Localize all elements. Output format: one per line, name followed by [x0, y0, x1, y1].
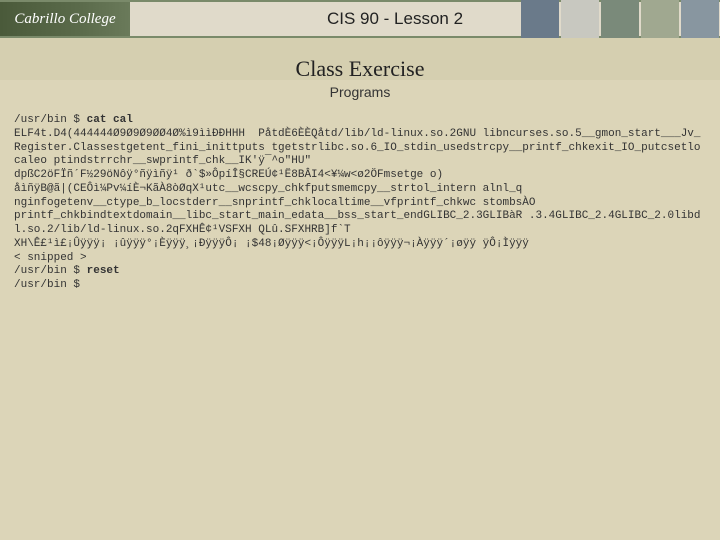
- header-bar: Cabrillo College CIS 90 - Lesson 2: [0, 0, 720, 38]
- page-title: Class Exercise: [0, 56, 720, 82]
- command: reset: [87, 265, 120, 277]
- photo-thumb: [641, 0, 679, 38]
- photo-thumb: [601, 0, 639, 38]
- photo-thumb: [561, 0, 599, 38]
- college-logo: Cabrillo College: [0, 2, 130, 36]
- photo-thumb: [681, 0, 719, 38]
- photo-thumb: [521, 0, 559, 38]
- prompt: /usr/bin $: [14, 265, 87, 277]
- photo-strip: [520, 0, 720, 38]
- terminal-output: /usr/bin $ cat cal ELF4t.D4(444444Ø9Ø9Ø9…: [14, 114, 706, 293]
- prompt: /usr/bin $: [14, 114, 87, 126]
- logo-text: Cabrillo College: [14, 11, 115, 28]
- page-subtitle: Programs: [0, 84, 720, 100]
- binary-dump: ELF4t.D4(444444Ø9Ø9Ø9ØØ4Ø%ì9ììÐÐHHH Påtd…: [14, 128, 701, 250]
- command: cat cal: [87, 114, 133, 126]
- snipped-marker: < snipped >: [14, 252, 87, 264]
- prompt: /usr/bin $: [14, 279, 80, 291]
